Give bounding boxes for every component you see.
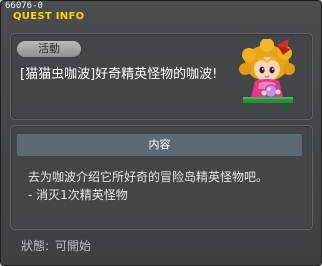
content-header: 内容 bbox=[17, 134, 302, 156]
content-objective-line: - 消灭1次精英怪物 bbox=[28, 188, 128, 202]
quest-status: 狀態: 可開始 bbox=[21, 238, 91, 254]
npc-girl-icon bbox=[239, 39, 295, 110]
quest-name: [猫猫虫咖波]好奇精英怪物的咖波! bbox=[20, 67, 218, 82]
quest-category-badge: 活動 bbox=[17, 41, 81, 57]
window-title: QUEST INFO bbox=[13, 11, 85, 22]
content-description-line: 去为咖波介绍它所好奇的冒险岛精英怪物吧。 bbox=[28, 170, 269, 184]
status-value: 可開始 bbox=[55, 239, 92, 253]
status-label: 狀態: bbox=[21, 239, 50, 253]
quest-id-label: 66076-0 bbox=[5, 1, 43, 11]
quest-info-window: 66076-0 QUEST INFO 活動 [猫猫虫咖波]好奇精英怪物的咖波! bbox=[0, 0, 322, 266]
